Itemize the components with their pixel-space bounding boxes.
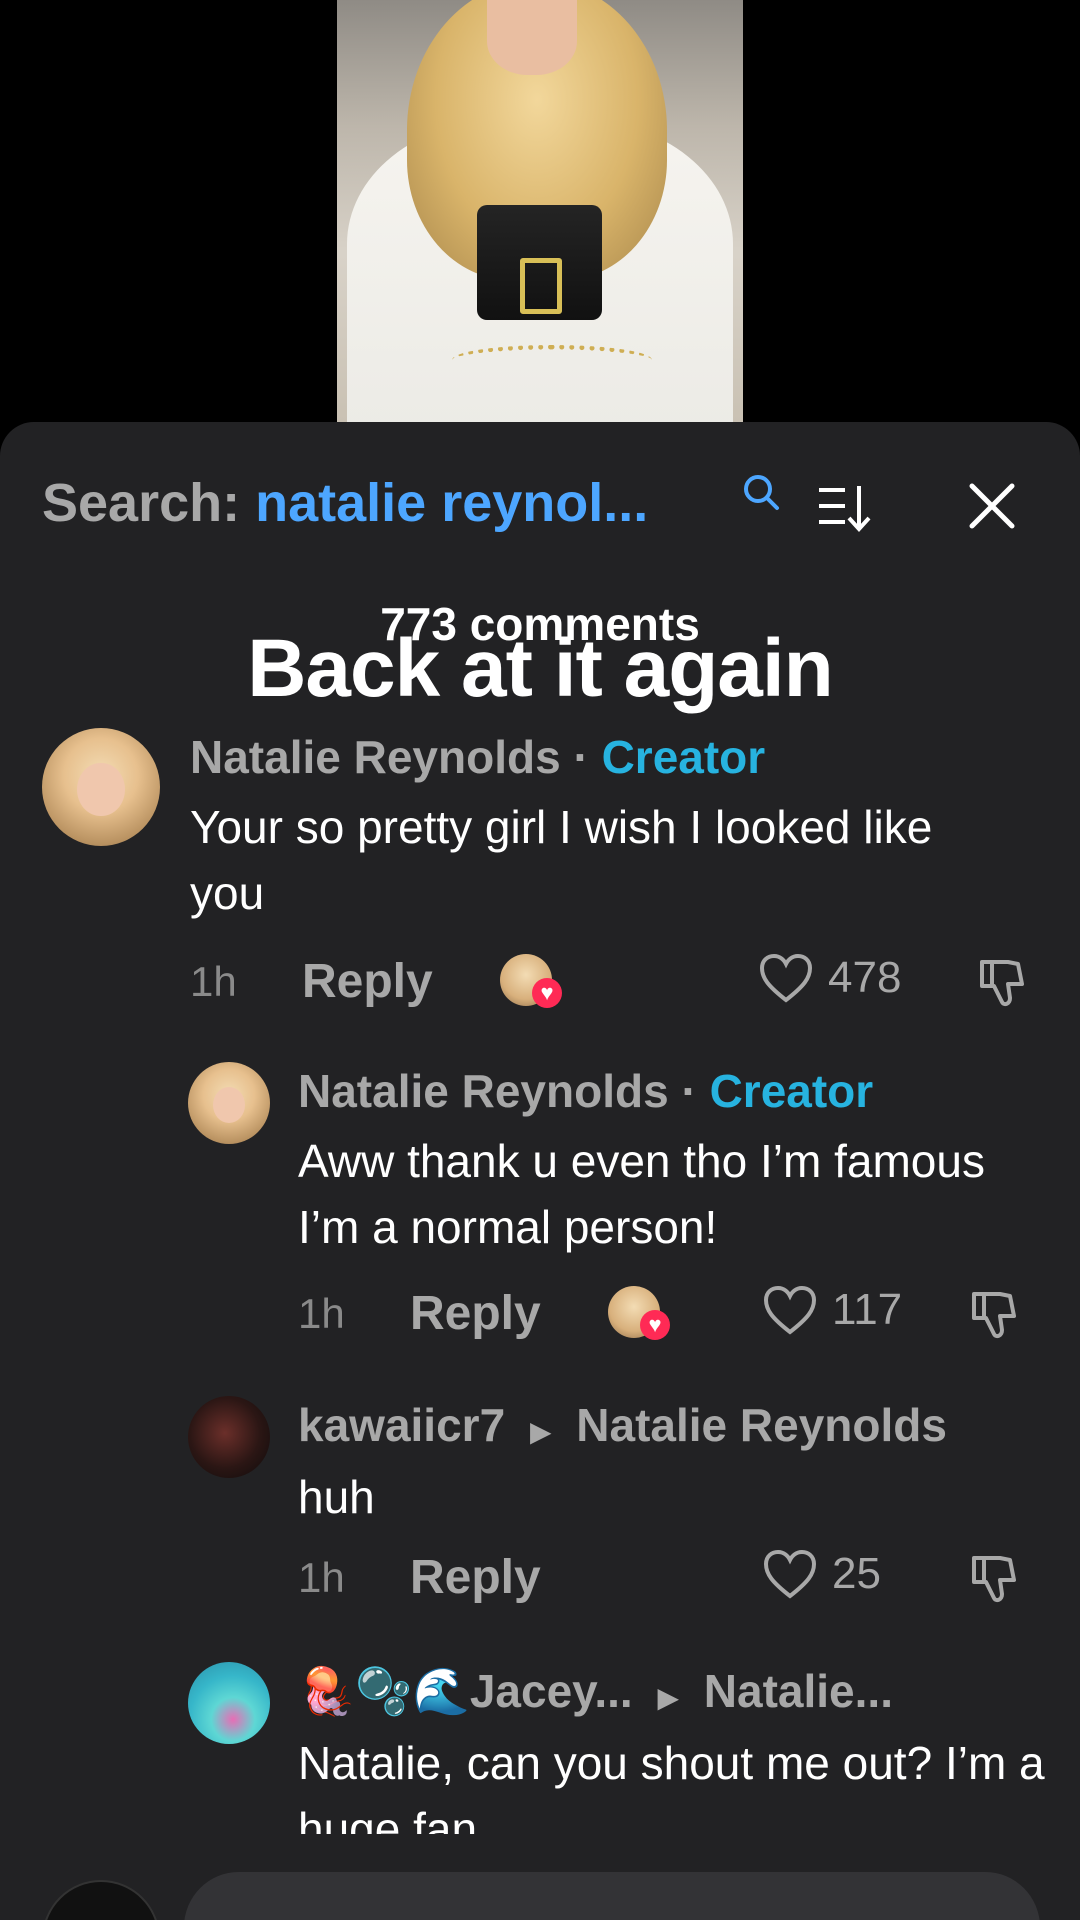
- heart-outline-icon: [759, 953, 813, 1003]
- search-query[interactable]: natalie reynol...: [255, 473, 648, 533]
- heart-outline-icon: [763, 1549, 817, 1599]
- like-count: 117: [832, 1285, 903, 1334]
- comment-time: 1h: [190, 958, 237, 1005]
- comment-input[interactable]: [184, 1872, 1040, 1920]
- comment-author[interactable]: kawaiicr7 ▶ Natalie Reynolds: [298, 1398, 947, 1452]
- comment-item: Natalie Reynolds · Creator Your so prett…: [0, 722, 1080, 1052]
- comment-time: 1h: [298, 1554, 345, 1601]
- comment-author[interactable]: Natalie Reynolds · Creator: [190, 730, 765, 784]
- separator: ·: [573, 731, 589, 783]
- dislike-icon[interactable]: [964, 1286, 1020, 1342]
- comment-text: Aww thank u even tho I’m famous I’m a no…: [298, 1135, 985, 1253]
- screen: Search: natalie reynol... 773 comments B…: [0, 0, 1080, 1920]
- reply-arrow-icon: ▶: [657, 1682, 679, 1713]
- video-figure-buckle: [520, 258, 562, 314]
- reply-button[interactable]: Reply: [410, 1550, 541, 1605]
- reply-button[interactable]: Reply: [410, 1286, 541, 1341]
- like-button[interactable]: 25: [762, 1548, 881, 1600]
- sort-icon[interactable]: [815, 482, 875, 534]
- creator-badge: Creator: [709, 1065, 874, 1117]
- heart-icon: ♥: [640, 1310, 670, 1340]
- video-figure-chain: [452, 345, 652, 375]
- reply-button[interactable]: Reply: [302, 954, 433, 1009]
- comment-time: 1h: [298, 1290, 345, 1337]
- video-caption-overlay: Back at it again: [247, 623, 834, 714]
- dislike-icon[interactable]: [964, 1550, 1020, 1606]
- avatar[interactable]: [42, 728, 160, 846]
- search-icon[interactable]: [740, 472, 782, 514]
- like-count: 478: [828, 953, 902, 1002]
- like-button[interactable]: 117: [762, 1284, 902, 1336]
- author-name: Natalie Reynolds: [190, 731, 561, 783]
- like-button[interactable]: 478: [758, 952, 901, 1004]
- reply-to-name: Natalie Reynolds: [576, 1399, 947, 1451]
- heart-icon: ♥: [532, 978, 562, 1008]
- comment-author[interactable]: Natalie Reynolds · Creator: [298, 1064, 873, 1118]
- search-label[interactable]: Search: natalie reynol...: [42, 472, 648, 534]
- reply-arrow-icon: ▶: [529, 1416, 552, 1447]
- avatar[interactable]: [188, 1396, 270, 1478]
- comment-item: Natalie Reynolds · Creator Aww thank u e…: [0, 1054, 1080, 1384]
- author-name: Natalie Reynolds: [298, 1065, 669, 1117]
- comment-item: 🪼🫧🌊Jacey... ▶ Natalie... Natalie, can yo…: [0, 1654, 1080, 1834]
- like-count: 25: [832, 1549, 881, 1598]
- avatar[interactable]: [188, 1662, 270, 1744]
- comments-sheet: Search: natalie reynol... 773 comments B…: [0, 422, 1080, 1920]
- separator: ·: [681, 1065, 697, 1117]
- video-figure-face: [487, 0, 577, 75]
- comment-text: Your so pretty girl I wish I looked like…: [190, 801, 933, 919]
- author-name: 🪼🫧🌊Jacey...: [298, 1665, 633, 1717]
- comment-author[interactable]: 🪼🫧🌊Jacey... ▶ Natalie...: [298, 1664, 893, 1719]
- creator-badge: Creator: [601, 731, 766, 783]
- search-prefix: Search:: [42, 473, 241, 533]
- reply-to-name: Natalie...: [703, 1665, 893, 1717]
- heart-outline-icon: [763, 1285, 817, 1335]
- video-thumbnail[interactable]: [337, 0, 743, 422]
- comment-item: kawaiicr7 ▶ Natalie Reynolds huh 1h Repl…: [0, 1388, 1080, 1648]
- dislike-icon[interactable]: [972, 954, 1028, 1010]
- comment-text: huh: [298, 1471, 375, 1523]
- avatar[interactable]: [188, 1062, 270, 1144]
- author-name: kawaiicr7: [298, 1399, 506, 1451]
- comment-text: Natalie, can you shout me out? I’m a hug…: [298, 1737, 1045, 1834]
- close-icon[interactable]: [966, 480, 1018, 532]
- comments-header: Search: natalie reynol...: [0, 422, 1080, 562]
